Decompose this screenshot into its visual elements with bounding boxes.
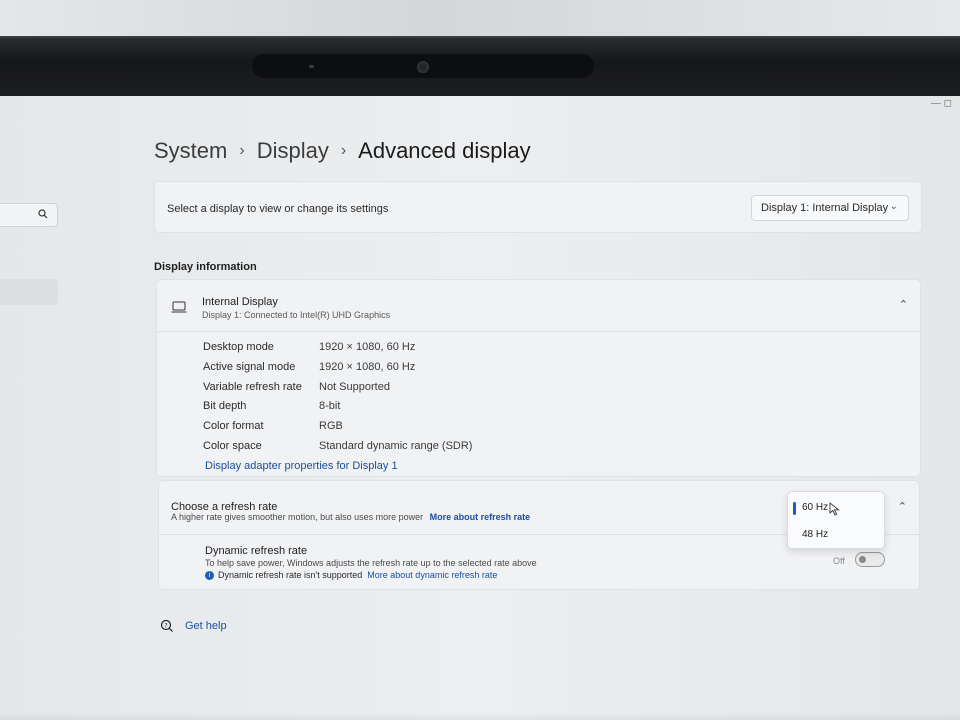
refresh-option-label: 48 Hz (802, 529, 829, 540)
info-value: 1920 × 1080, 60 Hz (319, 341, 416, 353)
info-key: Desktop mode (203, 341, 274, 353)
info-row-variable-refresh-rate: Variable refresh rate Not Supported (203, 381, 472, 401)
search-icon[interactable] (38, 209, 48, 222)
sensor-dot (309, 65, 314, 68)
screen-shade (0, 712, 960, 720)
info-row-active-signal-mode: Active signal mode 1920 × 1080, 60 Hz (203, 361, 472, 381)
settings-window: — ◻ System › Display › Advanced display … (0, 96, 960, 720)
select-display-label: Select a display to view or change its s… (167, 203, 389, 215)
info-value: RGB (319, 420, 343, 433)
refresh-rate-flyout: 60 Hz 48 Hz (787, 491, 885, 549)
refresh-rate-subtitle: A higher rate gives smoother motion, but… (171, 512, 424, 522)
get-help-link[interactable]: ? Get help (160, 619, 227, 633)
get-help-label: Get help (185, 620, 227, 632)
refresh-rate-description: A higher rate gives smoother motion, but… (171, 512, 530, 522)
chevron-right-icon: › (340, 142, 347, 159)
chevron-down-icon: ⌄ (889, 201, 898, 212)
dynamic-refresh-subtitle: To help save power, Windows adjusts the … (205, 558, 537, 568)
display-name: Internal Display (202, 296, 278, 308)
breadcrumb-system[interactable]: System (154, 138, 227, 164)
info-value: 8-bit (319, 400, 341, 413)
sidebar-search-box[interactable] (0, 203, 58, 227)
display-information-heading: Display information (154, 261, 257, 273)
chevron-up-icon[interactable]: ⌃ (899, 298, 908, 311)
toggle-knob (859, 556, 866, 563)
info-row-color-format: Color format RGB (203, 420, 472, 440)
info-key: Bit depth (203, 400, 247, 413)
window-controls[interactable]: — ◻ (931, 98, 952, 109)
display-information-header[interactable]: Internal Display Display 1: Connected to… (157, 280, 920, 332)
laptop-icon (171, 301, 187, 313)
info-icon: i (205, 570, 214, 580)
display-information-card: Internal Display Display 1: Connected to… (156, 279, 921, 477)
display-info-list: Desktop mode 1920 × 1080, 60 Hz Active s… (203, 341, 472, 460)
info-value: Not Supported (319, 380, 390, 393)
info-key: Variable refresh rate (203, 380, 302, 393)
breadcrumb: System › Display › Advanced display (154, 138, 531, 164)
dynamic-refresh-toggle-label: Off (833, 556, 845, 566)
webcam-lens (417, 61, 429, 73)
dynamic-refresh-title: Dynamic refresh rate (205, 545, 308, 557)
mouse-cursor-icon (829, 502, 840, 516)
info-row-bit-depth: Bit depth 8-bit (203, 400, 472, 420)
dynamic-refresh-note: i Dynamic refresh rate isn't supported M… (205, 570, 497, 580)
refresh-option-48hz[interactable]: 48 Hz (788, 522, 884, 548)
breadcrumb-display[interactable]: Display (257, 138, 329, 164)
display-adapter-properties-link[interactable]: Display adapter properties for Display 1 (205, 460, 398, 472)
info-key: Active signal mode (203, 360, 296, 373)
select-display-card: Select a display to view or change its s… (154, 181, 922, 233)
page-title: Advanced display (358, 138, 531, 163)
svg-text:?: ? (164, 622, 167, 629)
info-key: Color space (203, 439, 262, 452)
dynamic-refresh-note-text: Dynamic refresh rate isn't supported (218, 570, 363, 580)
help-icon: ? (160, 619, 173, 632)
dynamic-refresh-toggle[interactable] (855, 552, 885, 567)
display-dropdown[interactable]: Display 1: Internal Display ⌄ (751, 195, 909, 221)
info-value: Standard dynamic range (SDR) (319, 439, 473, 452)
display-dropdown-value: Display 1: Internal Display (761, 202, 889, 214)
display-connection: Display 1: Connected to Intel(R) UHD Gra… (202, 310, 391, 320)
selected-indicator (793, 502, 796, 515)
more-about-refresh-rate-link[interactable]: More about refresh rate (430, 512, 531, 522)
more-about-dynamic-refresh-link[interactable]: More about dynamic refresh rate (367, 570, 497, 580)
chevron-up-icon[interactable]: ⌃ (898, 500, 907, 513)
chevron-right-icon: › (239, 142, 245, 159)
info-key: Color format (203, 420, 264, 433)
refresh-option-label: 60 Hz (802, 502, 829, 513)
info-row-desktop-mode: Desktop mode 1920 × 1080, 60 Hz (203, 341, 472, 361)
info-value: 1920 × 1080, 60 Hz (319, 360, 416, 373)
sidebar-item-system[interactable] (0, 279, 58, 305)
info-row-color-space: Color space Standard dynamic range (SDR) (203, 440, 472, 460)
